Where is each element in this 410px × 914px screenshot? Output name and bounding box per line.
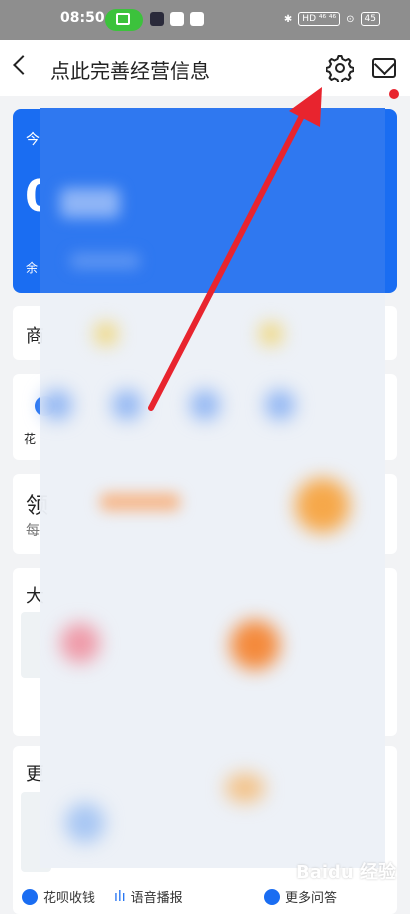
- more-dots-icon: [264, 888, 280, 905]
- huabei-collect-link[interactable]: 花呗收钱: [22, 887, 95, 906]
- huabei-collect-label: 花呗收钱: [43, 891, 96, 906]
- more-qa-link[interactable]: 更多问答: [264, 887, 337, 906]
- sound-wave-icon: ılı: [114, 888, 126, 905]
- huabei-icon: [22, 888, 38, 905]
- voice-broadcast-label: 语音播报: [130, 891, 183, 906]
- more-qa-label: 更多问答: [285, 891, 338, 906]
- red-arrow-annotation: [148, 87, 322, 411]
- baidu-watermark: Baidu 经验: [295, 862, 396, 883]
- voice-broadcast-link[interactable]: ılı 语音播报: [114, 887, 183, 907]
